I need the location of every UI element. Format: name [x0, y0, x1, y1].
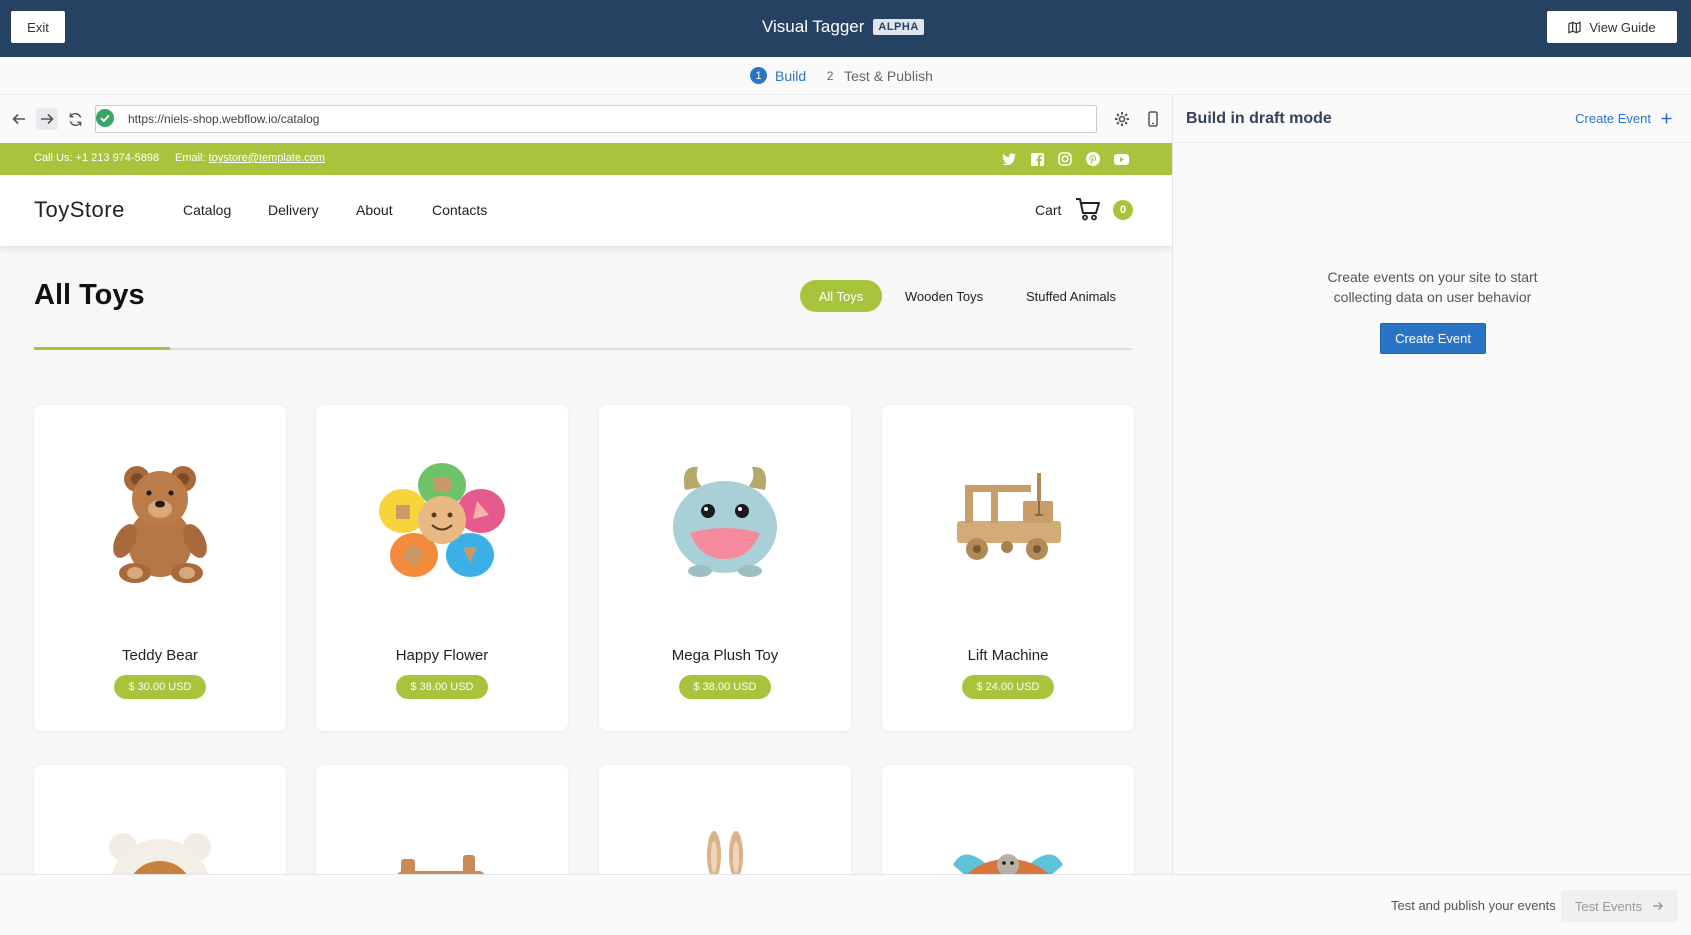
product-card[interactable]: Teddy Bear $ 30.00 USD	[34, 405, 286, 731]
red-panda-plush-image	[953, 854, 1063, 874]
nav-link-catalog[interactable]: Catalog	[183, 202, 231, 218]
youtube-icon[interactable]	[1113, 151, 1129, 167]
cart-label[interactable]: Cart	[1035, 202, 1061, 218]
secure-check-icon	[96, 109, 114, 127]
mobile-device-icon[interactable]	[1142, 108, 1164, 130]
nav-link-about[interactable]: About	[356, 202, 393, 218]
twitter-icon[interactable]	[1001, 151, 1017, 167]
cart-icon[interactable]	[1075, 197, 1101, 221]
email-label: Email:	[175, 152, 206, 164]
pinterest-icon[interactable]	[1085, 151, 1101, 167]
filter-stuffed-animals[interactable]: Stuffed Animals	[1012, 280, 1130, 312]
product-card[interactable]	[882, 765, 1134, 874]
mega-plush-toy-image	[673, 466, 777, 577]
alpha-badge: ALPHA	[873, 19, 924, 35]
product-price-badge: $ 38.00 USD	[396, 675, 488, 699]
cart-count-badge: 0	[1113, 200, 1133, 220]
gear-icon[interactable]	[1111, 108, 1133, 130]
product-price-badge: $ 24.00 USD	[962, 675, 1054, 699]
product-name: Lift Machine	[967, 647, 1049, 664]
empty-state-text: Create events on your site to start coll…	[1173, 267, 1691, 307]
empty-state-line: collecting data on user behavior	[1333, 289, 1532, 305]
app-title: Visual Tagger ALPHA	[762, 17, 924, 37]
step-label: Test & Publish	[844, 67, 933, 84]
product-name: Happy Flower	[395, 647, 489, 664]
app-header: Exit Visual Tagger ALPHA View Guide	[0, 0, 1691, 57]
contact-phone: Call Us: +1 213 974-5898	[34, 152, 160, 164]
forward-arrow-icon[interactable]	[36, 108, 58, 130]
create-event-link[interactable]: Create Event	[1575, 111, 1672, 126]
product-price-badge: $ 30.00 USD	[114, 675, 206, 699]
product-card[interactable]	[34, 765, 286, 874]
title-divider-accent	[34, 347, 170, 350]
app-title-text: Visual Tagger	[762, 17, 865, 36]
product-price-badge: $ 38.00 USD	[679, 675, 771, 699]
events-panel: Build in draft mode Create Event Create …	[1172, 95, 1691, 875]
exit-button[interactable]: Exit	[11, 11, 65, 43]
step-test-publish[interactable]: 2 Test & Publish	[824, 68, 933, 84]
facebook-icon[interactable]	[1029, 151, 1045, 167]
bunny-plush-image	[707, 831, 743, 874]
filter-all-toys[interactable]: All Toys	[800, 280, 882, 312]
bear-hood-plush-image	[109, 833, 211, 874]
back-arrow-icon[interactable]	[8, 108, 30, 130]
product-card[interactable]	[316, 765, 568, 874]
email-link[interactable]: toystore@template.com	[209, 152, 325, 164]
product-card[interactable]: Happy Flower $ 38.00 USD	[316, 405, 568, 731]
footer-hint: Test and publish your events	[1391, 898, 1556, 913]
step-label: Build	[775, 67, 807, 84]
page-title: All Toys	[34, 279, 145, 311]
create-event-link-label: Create Event	[1575, 111, 1651, 126]
product-card[interactable]: Mega Plush Toy $ 38.00 USD	[599, 405, 851, 731]
step-number: 2	[826, 68, 834, 83]
wooden-train-image	[397, 855, 485, 874]
product-name: Teddy Bear	[122, 647, 198, 664]
url-text: https://niels-shop.webflow.io/catalog	[128, 112, 320, 126]
site-navbar: ToyStore Catalog Delivery About Contacts…	[0, 175, 1172, 246]
nav-link-contacts[interactable]: Contacts	[432, 202, 487, 218]
events-panel-header: Build in draft mode Create Event	[1173, 95, 1691, 143]
instagram-icon[interactable]	[1057, 151, 1073, 167]
title-divider	[34, 348, 1132, 350]
happy-flower-image	[379, 463, 505, 577]
map-icon	[1568, 21, 1582, 33]
step-number: 1	[750, 67, 767, 84]
create-event-button[interactable]: Create Event	[1380, 323, 1486, 354]
site-contact-strip: Call Us: +1 213 974-5898 Email: toystore…	[0, 143, 1172, 175]
browser-toolbar: https://niels-shop.webflow.io/catalog	[0, 95, 1172, 143]
plus-icon	[1661, 113, 1672, 124]
refresh-icon[interactable]	[64, 108, 86, 130]
product-card[interactable]	[599, 765, 851, 874]
lift-machine-image	[957, 473, 1061, 560]
site-preview: Call Us: +1 213 974-5898 Email: toystore…	[0, 143, 1172, 874]
contact-email: Email: toystore@template.com	[175, 152, 325, 164]
arrow-right-icon	[1653, 901, 1664, 911]
nav-link-delivery[interactable]: Delivery	[268, 202, 319, 218]
test-events-button[interactable]: Test Events	[1561, 890, 1678, 922]
product-name: Mega Plush Toy	[671, 647, 779, 664]
test-events-label: Test Events	[1574, 898, 1643, 914]
footer-bar: Test and publish your events Test Events	[0, 874, 1691, 935]
view-guide-label: View Guide	[1589, 19, 1656, 35]
empty-state-line: Create events on your site to start	[1327, 269, 1538, 285]
site-logo[interactable]: ToyStore	[34, 197, 125, 223]
step-build[interactable]: 1 Build	[750, 67, 806, 84]
panel-title: Build in draft mode	[1186, 110, 1332, 127]
product-card[interactable]: Lift Machine $ 24.00 USD	[882, 405, 1134, 731]
filter-wooden-toys[interactable]: Wooden Toys	[893, 280, 995, 312]
stepper: 1 Build 2 Test & Publish	[750, 67, 933, 84]
view-guide-button[interactable]: View Guide	[1547, 11, 1677, 43]
teddy-bear-image	[113, 466, 207, 583]
steps-bar: 1 Build 2 Test & Publish	[0, 57, 1691, 95]
